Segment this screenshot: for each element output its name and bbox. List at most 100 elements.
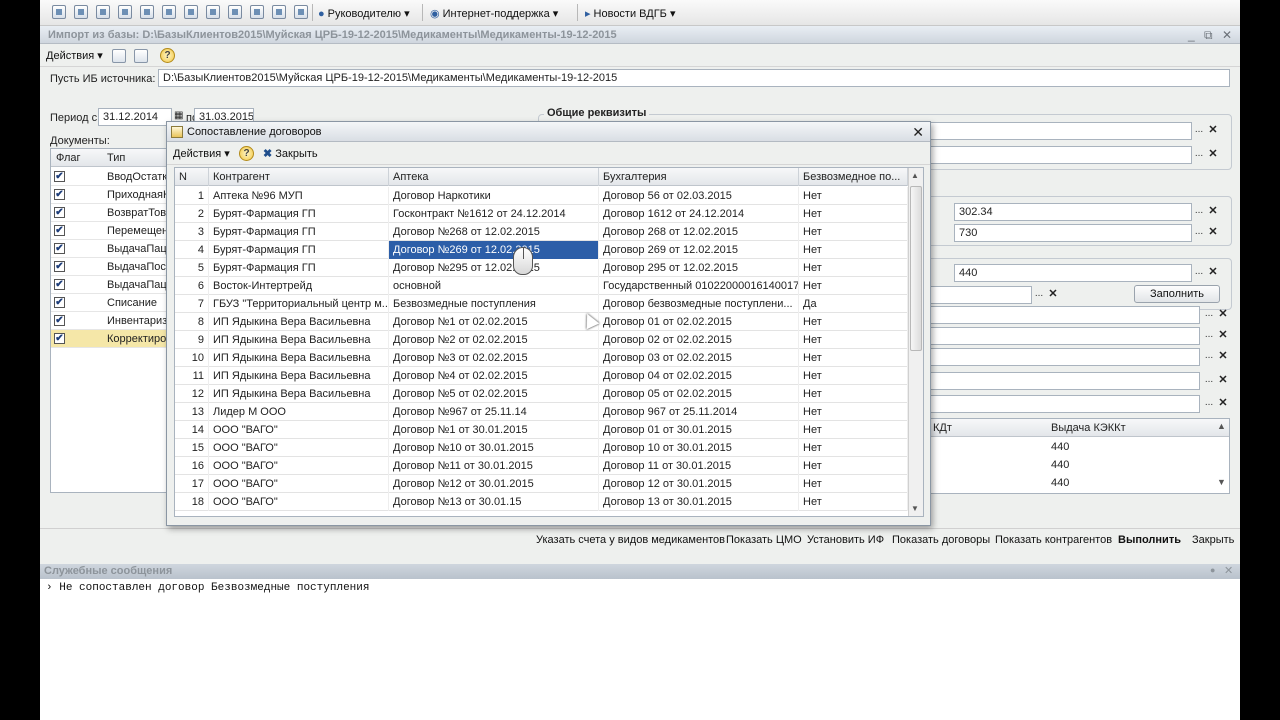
grid-cell[interactable]: 16 — [175, 457, 209, 475]
checkbox-checked-icon[interactable]: ✔ — [54, 297, 65, 308]
scroll-thumb[interactable] — [910, 186, 922, 351]
clear-icon[interactable]: ✕ — [1206, 148, 1220, 162]
scroll-down-icon[interactable]: ▼ — [1217, 477, 1226, 487]
toolbar-calc-icon[interactable] — [206, 5, 220, 19]
checkbox-checked-icon[interactable]: ✔ — [54, 243, 65, 254]
close-icon[interactable]: ✕ — [1224, 564, 1233, 577]
documents-row[interactable]: ✔ Перемещен — [51, 222, 169, 240]
select-dots-icon[interactable]: ... — [1202, 397, 1216, 411]
grid-cell[interactable]: Договор 05 от 02.02.2015 — [599, 385, 799, 403]
grid-cell[interactable]: Договор №11 от 30.01.2015 — [389, 457, 599, 475]
toolbar-doc-icon[interactable] — [52, 5, 66, 19]
show-cmo-button[interactable]: Показать ЦМО — [726, 534, 802, 546]
contracts-grid-row[interactable]: 5 Бурят-Фармация ГП Договор №295 от 12.02.… — [175, 259, 908, 277]
grid-cell[interactable]: основной — [389, 277, 599, 295]
grid-cell[interactable]: Госконтракт №1612 от 24.12.2014 — [389, 205, 599, 223]
grid-cell[interactable]: Нет — [799, 259, 908, 277]
grid-cell[interactable]: Договор 01 от 02.02.2015 — [599, 313, 799, 331]
amount-field-a[interactable]: 302.34 — [954, 203, 1192, 221]
select-dots-icon[interactable]: ... — [1202, 374, 1216, 388]
accounts-cell[interactable]: 440 — [1051, 441, 1069, 453]
dialog-close-button[interactable]: ✖ Закрыть — [263, 147, 318, 160]
grid-cell[interactable]: Договор 269 от 12.02.2015 — [599, 241, 799, 259]
toolbar-settings-icon[interactable] — [294, 5, 308, 19]
grid-cell[interactable]: Договор №269 от 12.02.2015 — [389, 241, 599, 259]
grid-cell[interactable]: Договор 1612 от 24.12.2014 — [599, 205, 799, 223]
fill-button[interactable]: Заполнить — [1134, 285, 1220, 303]
grid-cell[interactable]: Аптека №96 МУП — [209, 187, 389, 205]
minimize-icon[interactable]: _ — [1188, 28, 1195, 42]
contracts-grid-row[interactable]: 18 ООО "ВАГО" Договор №13 от 30.01.15 Догов… — [175, 493, 908, 511]
grid-cell[interactable]: 10 — [175, 349, 209, 367]
clear-icon[interactable]: ✕ — [1206, 226, 1220, 240]
checkbox-checked-icon[interactable]: ✔ — [54, 171, 65, 182]
grid-cell[interactable]: Нет — [799, 403, 908, 421]
grid-cell[interactable]: Договор №268 от 12.02.2015 — [389, 223, 599, 241]
grid-cell[interactable]: ООО "ВАГО" — [209, 421, 389, 439]
documents-row[interactable]: ✔ Корректиро — [51, 330, 169, 348]
grid-cell[interactable]: Договор 295 от 12.02.2015 — [599, 259, 799, 277]
grid-cell[interactable]: Нет — [799, 187, 908, 205]
documents-row[interactable]: ✔ ВводОстатк — [51, 168, 169, 186]
grid-cell[interactable]: Да — [799, 295, 908, 313]
show-contracts-button[interactable]: Показать договоры — [892, 534, 990, 546]
clear-icon[interactable]: ✕ — [1216, 329, 1230, 343]
grid-cell[interactable]: Нет — [799, 439, 908, 457]
grid-cell[interactable]: 6 — [175, 277, 209, 295]
grid-cell[interactable]: Договор №12 от 30.01.2015 — [389, 475, 599, 493]
documents-row[interactable]: ✔ Списание — [51, 294, 169, 312]
grid-cell[interactable]: Договор 02 от 02.02.2015 — [599, 331, 799, 349]
extra-field-1[interactable] — [920, 306, 1200, 324]
grid-cell[interactable]: Договор №5 от 02.02.2015 — [389, 385, 599, 403]
select-dots-icon[interactable]: ... — [1032, 288, 1046, 302]
grid-cell[interactable]: 14 — [175, 421, 209, 439]
checkbox-checked-icon[interactable]: ✔ — [54, 333, 65, 344]
clear-icon[interactable]: ✕ — [1206, 124, 1220, 138]
general-field-1[interactable] — [900, 122, 1192, 140]
menu-news[interactable]: ▸ Новости ВДГБ ▾ — [585, 7, 675, 20]
grid-cell[interactable]: Договор 04 от 02.02.2015 — [599, 367, 799, 385]
grid-cell[interactable]: Договор №10 от 30.01.2015 — [389, 439, 599, 457]
show-counterparties-button[interactable]: Показать контрагентов — [995, 534, 1112, 546]
grid-cell[interactable]: 5 — [175, 259, 209, 277]
grid-cell[interactable]: Договор №1 от 30.01.2015 — [389, 421, 599, 439]
grid-cell[interactable]: Договор №295 от 12.02.2015 — [389, 259, 599, 277]
pin-icon[interactable]: ● — [1210, 565, 1215, 575]
grid-cell[interactable]: Договор 11 от 30.01.2015 — [599, 457, 799, 475]
toolbar-list-icon[interactable] — [140, 5, 154, 19]
grid-cell[interactable]: ООО "ВАГО" — [209, 475, 389, 493]
grid-col-header[interactable]: Контрагент — [209, 168, 389, 186]
scroll-up-icon[interactable]: ▲ — [911, 171, 919, 180]
grid-cell[interactable]: Государственный 01022000016140017... — [599, 277, 799, 295]
grid-cell[interactable]: Договор 268 от 12.02.2015 — [599, 223, 799, 241]
extra-field-2[interactable] — [920, 327, 1200, 345]
grid-cell[interactable]: ИП Ядыкина Вера Васильевна — [209, 313, 389, 331]
grid-cell[interactable]: Договор 10 от 30.01.2015 — [599, 439, 799, 457]
checkbox-checked-icon[interactable]: ✔ — [54, 189, 65, 200]
grid-cell[interactable]: 17 — [175, 475, 209, 493]
grid-cell[interactable]: Нет — [799, 385, 908, 403]
source-path-field[interactable]: D:\БазыКлиентов2015\Муйская ЦРБ-19-12-20… — [158, 69, 1230, 87]
menu-internet-support[interactable]: ◉ Интернет-поддержка ▾ — [430, 7, 558, 20]
extra-field-3[interactable] — [920, 348, 1200, 366]
grid-cell[interactable]: Нет — [799, 331, 908, 349]
select-dots-icon[interactable]: ... — [1192, 226, 1206, 240]
help-icon[interactable]: ? — [239, 146, 254, 161]
grid-cell[interactable]: Договор №13 от 30.01.15 — [389, 493, 599, 511]
grid-cell[interactable]: Договор 967 от 25.11.2014 — [599, 403, 799, 421]
grid-cell[interactable]: 11 — [175, 367, 209, 385]
grid-cell[interactable]: 3 — [175, 223, 209, 241]
select-dots-icon[interactable]: ... — [1202, 350, 1216, 364]
grid-cell[interactable]: 13 — [175, 403, 209, 421]
documents-row[interactable]: ✔ ВыдачаПаци — [51, 240, 169, 258]
execute-button[interactable]: Выполнить — [1118, 534, 1181, 546]
save-icon[interactable] — [134, 49, 148, 63]
extra-field-4[interactable] — [920, 372, 1200, 390]
contracts-grid-row[interactable]: 15 ООО "ВАГО" Договор №10 от 30.01.2015 Дог… — [175, 439, 908, 457]
dialog-actions-menu[interactable]: Действия ▾ — [173, 147, 230, 160]
select-dots-icon[interactable]: ... — [1192, 205, 1206, 219]
menu-manager[interactable]: ● Руководителю ▾ — [318, 7, 410, 20]
account-field-d[interactable] — [920, 286, 1032, 304]
contracts-grid-row[interactable]: 13 Лидер М ООО Договор №967 от 25.11.14 Дог… — [175, 403, 908, 421]
select-dots-icon[interactable]: ... — [1192, 148, 1206, 162]
